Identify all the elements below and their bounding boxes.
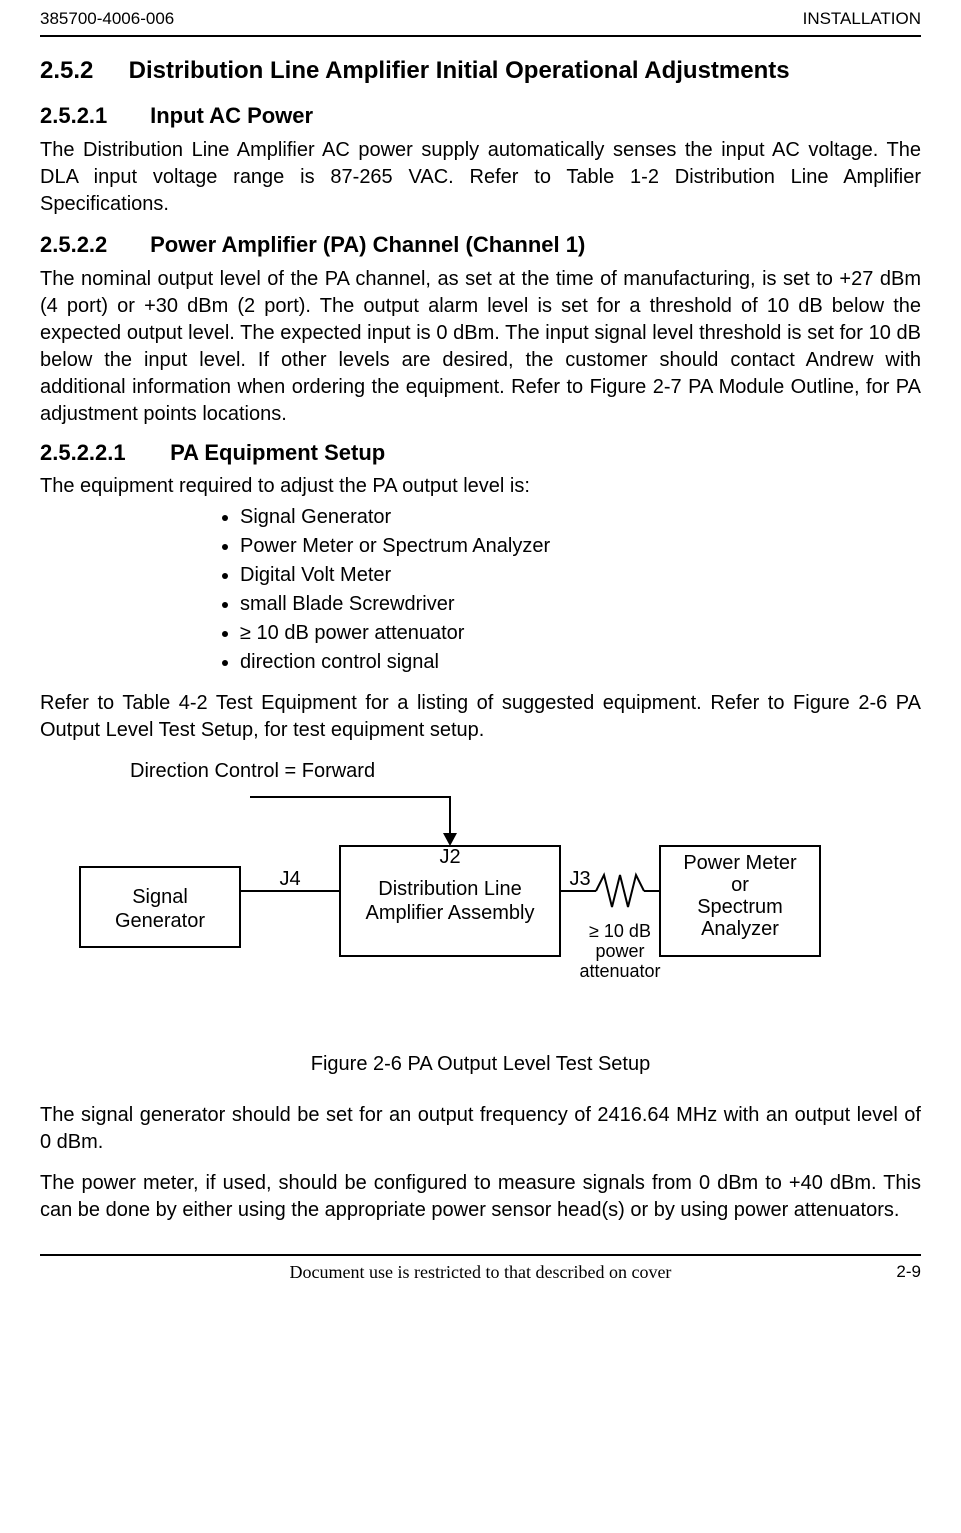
page-header: 385700-4006-006 INSTALLATION — [40, 0, 921, 35]
paragraph-input-ac-power: The Distribution Line Amplifier AC power… — [40, 137, 921, 218]
pm-l2: or — [731, 874, 749, 896]
pm-l3: Spectrum — [697, 896, 783, 918]
attenuator-icon — [596, 875, 644, 907]
list-item: direction control signal — [240, 649, 921, 676]
signal-generator-label-l2: Generator — [115, 910, 205, 932]
direction-control-line — [250, 797, 450, 839]
signal-generator-label-l1: Signal — [132, 886, 188, 908]
direction-control-label: Direction Control = Forward — [130, 758, 921, 785]
pm-l4: Analyzer — [701, 918, 779, 940]
dla-label-l2: Amplifier Assembly — [366, 902, 535, 924]
att-l2: power — [595, 941, 644, 961]
att-l1: ≥ 10 dB — [589, 921, 651, 941]
list-item: small Blade Screwdriver — [240, 591, 921, 618]
heading-title: Distribution Line Amplifier Initial Oper… — [129, 57, 790, 84]
paragraph-pa-setup-intro: The equipment required to adjust the PA … — [40, 473, 921, 500]
att-l3: attenuator — [579, 961, 660, 981]
doc-number: 385700-4006-006 — [40, 8, 174, 31]
figure-2-6: Direction Control = Forward Signal Gener… — [40, 758, 921, 1078]
heading-2-5-2-2: 2.5.2.2 Power Amplifier (PA) Channel (Ch… — [40, 230, 921, 260]
list-item: Power Meter or Spectrum Analyzer — [240, 533, 921, 560]
footer-center-text: Document use is restricted to that descr… — [100, 1260, 861, 1284]
heading-number: 2.5.2.2 — [40, 230, 144, 260]
arrowhead-icon — [443, 833, 457, 846]
page-footer: Document use is restricted to that descr… — [40, 1256, 921, 1294]
heading-2-5-2-2-1: 2.5.2.2.1 PA Equipment Setup — [40, 438, 921, 468]
paragraph-power-meter-config: The power meter, if used, should be conf… — [40, 1170, 921, 1224]
paragraph-siggen-setting: The signal generator should be set for a… — [40, 1102, 921, 1156]
heading-number: 2.5.2.2.1 — [40, 438, 164, 468]
paragraph-pa-channel: The nominal output level of the PA chann… — [40, 266, 921, 428]
dla-label-l1: Distribution Line — [378, 878, 521, 900]
heading-2-5-2-1: 2.5.2.1 Input AC Power — [40, 101, 921, 131]
j4-label: J4 — [279, 868, 300, 890]
heading-2-5-2: 2.5.2 Distribution Line Amplifier Initia… — [40, 55, 921, 87]
block-diagram-svg: Signal Generator J2 Distribution Line Am… — [40, 791, 920, 1021]
heading-number: 2.5.2.1 — [40, 101, 144, 131]
equipment-list: Signal Generator Power Meter or Spectrum… — [40, 504, 921, 676]
paragraph-refer-table: Refer to Table 4-2 Test Equipment for a … — [40, 690, 921, 744]
heading-title: Input AC Power — [150, 103, 313, 128]
list-item: Digital Volt Meter — [240, 562, 921, 589]
header-section-label: INSTALLATION — [803, 8, 921, 31]
page-number: 2-9 — [861, 1261, 921, 1284]
figure-caption: Figure 2-6 PA Output Level Test Setup — [40, 1051, 921, 1078]
heading-title: PA Equipment Setup — [170, 440, 385, 465]
list-item: Signal Generator — [240, 504, 921, 531]
top-rule — [40, 35, 921, 37]
j2-label: J2 — [439, 846, 460, 868]
heading-title: Power Amplifier (PA) Channel (Channel 1) — [150, 232, 585, 257]
pm-l1: Power Meter — [683, 852, 797, 874]
heading-number: 2.5.2 — [40, 55, 122, 87]
list-item: ≥ 10 dB power attenuator — [240, 620, 921, 647]
j3-label: J3 — [569, 868, 590, 890]
